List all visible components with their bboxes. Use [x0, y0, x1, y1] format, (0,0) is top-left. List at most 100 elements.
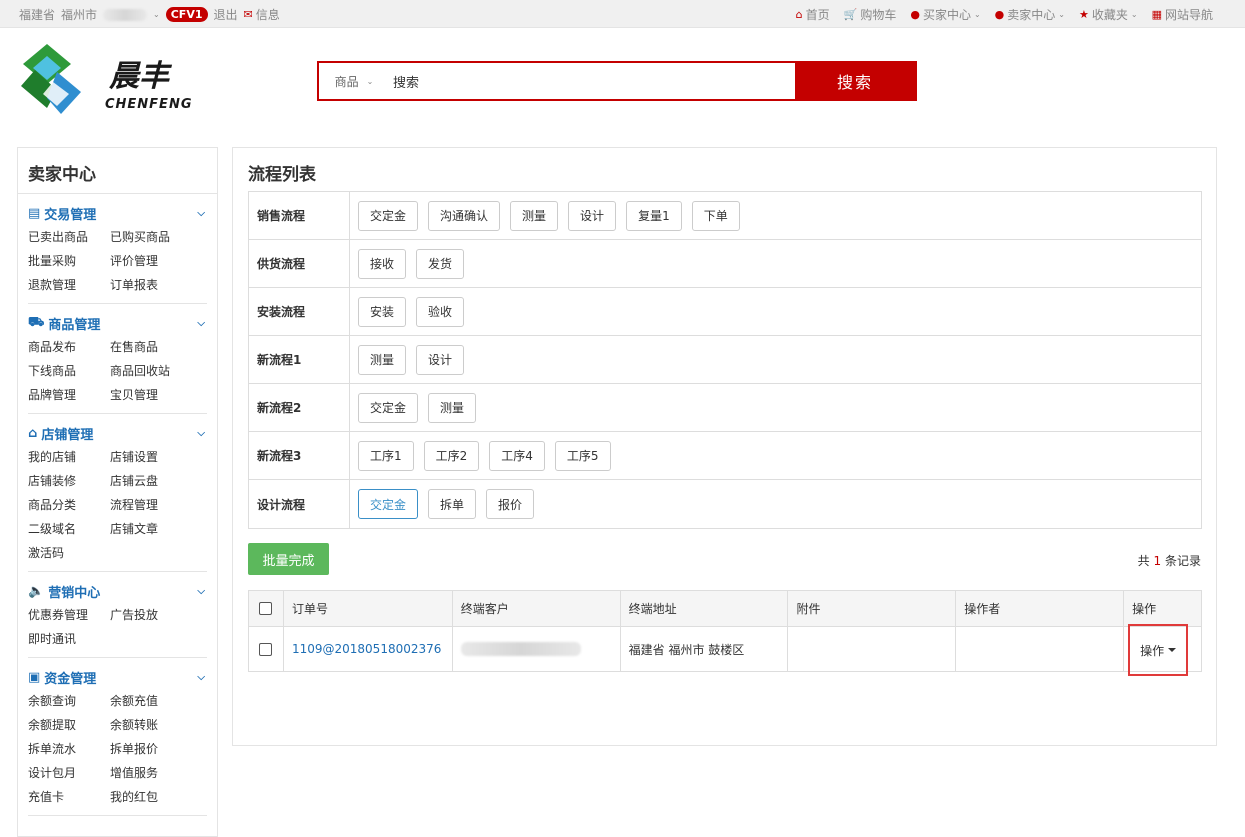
sidebar-link[interactable]: 优惠券管理 [28, 603, 110, 627]
logout-link[interactable]: 退出 [214, 6, 238, 23]
sidebar-link[interactable]: 拆单流水 [28, 737, 110, 761]
flow-row: 设计流程 交定金 拆单 报价 [249, 480, 1201, 528]
search-category-select[interactable]: 商品 ⌄ [319, 63, 389, 99]
flow-step-button[interactable]: 工序4 [489, 440, 545, 471]
user-icon: ● [910, 8, 920, 21]
section-header[interactable]: 🔈 营销中心 ⌵ [28, 582, 207, 601]
sidebar-link[interactable]: 评价管理 [110, 249, 200, 273]
section-title: 交易管理 [44, 208, 97, 223]
nav-home[interactable]: ⌂ 首页 [796, 6, 830, 23]
sidebar-link[interactable]: 店铺文章 [110, 517, 200, 541]
flow-step-button[interactable]: 复量1 [626, 200, 682, 231]
section-header[interactable]: ▤ 交易管理 ⌵ [28, 204, 207, 223]
sidebar-link[interactable]: 店铺装修 [28, 469, 110, 493]
sidebar-link[interactable]: 下线商品 [28, 359, 110, 383]
section-header[interactable]: ▣ 资金管理 ⌵ [28, 668, 207, 687]
sidebar-link[interactable]: 拆单报价 [110, 737, 200, 761]
sidebar-link[interactable]: 增值服务 [110, 761, 200, 785]
sidebar-link[interactable]: 流程管理 [110, 493, 200, 517]
sidebar-link[interactable]: 已卖出商品 [28, 225, 110, 249]
flow-name: 新流程1 [249, 336, 350, 383]
sidebar-link[interactable]: 商品回收站 [110, 359, 200, 383]
sidebar-link[interactable]: 订单报表 [110, 273, 200, 297]
sidebar-link[interactable]: 我的店铺 [28, 445, 110, 469]
flow-step-button[interactable]: 设计 [568, 200, 617, 231]
chevron-down-icon: ⌄ [366, 76, 374, 86]
flow-step-button[interactable]: 安装 [358, 296, 407, 327]
flow-step-button-active[interactable]: 交定金 [358, 489, 419, 519]
nav-seller-center[interactable]: ● 卖家中心 ⌄ [995, 6, 1065, 23]
flow-step-button[interactable]: 测量 [358, 344, 407, 375]
flow-step-button[interactable]: 工序5 [554, 440, 611, 471]
address-cell: 福建省 福州市 鼓楼区 [621, 627, 789, 671]
sidebar-link[interactable]: 退款管理 [28, 273, 110, 297]
sidebar-link[interactable]: 余额提取 [28, 713, 110, 737]
select-all-checkbox[interactable] [259, 602, 273, 615]
flow-step-button[interactable]: 报价 [486, 489, 535, 519]
flow-step-button[interactable]: 设计 [416, 344, 465, 375]
sidebar-link[interactable]: 余额转账 [110, 713, 200, 737]
sidebar-link[interactable]: 激活码 [28, 541, 110, 565]
column-header: 终端客户 [453, 591, 621, 626]
flow-step-button[interactable]: 沟通确认 [428, 200, 501, 231]
nav-buyer-center[interactable]: ● 买家中心 ⌄ [910, 6, 980, 23]
site-logo[interactable]: 晨丰 CHENFENG [17, 42, 217, 120]
sidebar-link[interactable]: 已购买商品 [110, 225, 200, 249]
flow-step-button[interactable]: 测量 [428, 392, 477, 423]
sidebar-link[interactable]: 余额充值 [110, 689, 200, 713]
flow-step-button[interactable]: 工序1 [358, 440, 414, 471]
chevron-down-icon[interactable]: ⌄ [153, 10, 160, 19]
flow-name: 安装流程 [249, 288, 350, 335]
order-number-link[interactable]: 1109@20180518002376 [292, 642, 441, 656]
flow-step-button[interactable]: 交定金 [358, 392, 419, 423]
section-header[interactable]: ⌂ 店铺管理 ⌵ [28, 424, 207, 443]
search-bar: 商品 ⌄ 搜索 [317, 61, 917, 101]
main-panel: 流程列表 销售流程 交定金 沟通确认 测量 设计 复量1 下单 供货流程 接收 … [232, 147, 1217, 746]
row-checkbox[interactable] [259, 642, 273, 656]
sidebar-link[interactable]: 设计包月 [28, 761, 110, 785]
sidebar-link[interactable]: 商品分类 [28, 493, 110, 517]
flow-step-button[interactable]: 下单 [691, 200, 740, 231]
flow-step-button[interactable]: 测量 [510, 200, 559, 231]
logo-cn: 晨丰 [109, 59, 173, 94]
flow-step-button[interactable]: 拆单 [428, 489, 477, 519]
flow-step-button[interactable]: 接收 [358, 248, 407, 279]
flow-step-button[interactable]: 工序2 [423, 440, 480, 471]
section-header[interactable]: ⛟ 商品管理 ⌵ [28, 314, 207, 333]
nav-favorites[interactable]: ★ 收藏夹 ⌄ [1079, 6, 1138, 23]
search-input[interactable] [389, 63, 795, 99]
sidebar-link[interactable]: 余额查询 [28, 689, 110, 713]
batch-complete-button[interactable]: 批量完成 [248, 543, 329, 575]
sidebar-link[interactable]: 商品发布 [28, 335, 110, 359]
sidebar-link[interactable]: 店铺设置 [110, 445, 200, 469]
row-action-dropdown[interactable]: 操作 [1128, 624, 1189, 676]
table-row: 1109@20180518002376 福建省 福州市 鼓楼区 操作 [249, 624, 1201, 676]
sidebar-link[interactable]: 广告投放 [110, 603, 200, 627]
top-nav: ⌂ 首页 🛒 购物车 ● 买家中心 ⌄ ● 卖家中心 ⌄ ★ 收藏夹 ⌄ ▦ 网… [796, 6, 1213, 23]
sidebar-link[interactable]: 二级域名 [28, 517, 110, 541]
search-button[interactable]: 搜索 [795, 63, 915, 99]
sidebar-link[interactable]: 即时通讯 [28, 627, 110, 651]
sidebar-link[interactable]: 我的红包 [110, 785, 200, 809]
sidebar-link[interactable]: 店铺云盘 [110, 469, 200, 493]
page-title: 流程列表 [248, 165, 316, 185]
sidebar-link[interactable]: 品牌管理 [28, 383, 110, 407]
column-header: 订单号 [284, 591, 453, 626]
sidebar-link[interactable]: 宝贝管理 [110, 383, 200, 407]
flow-step-button[interactable]: 交定金 [358, 200, 419, 231]
flow-row: 销售流程 交定金 沟通确认 测量 设计 复量1 下单 [249, 192, 1201, 240]
flow-name: 销售流程 [249, 192, 350, 239]
messages-link[interactable]: ✉ 信息 [244, 6, 280, 23]
sidebar-link[interactable]: 在售商品 [110, 335, 200, 359]
nav-site-map[interactable]: ▦ 网站导航 [1152, 6, 1213, 23]
star-icon: ★ [1078, 8, 1089, 21]
chevron-down-icon: ⌵ [197, 672, 205, 683]
sidebar-link[interactable]: 批量采购 [28, 249, 110, 273]
envelope-icon: ✉ [243, 8, 253, 21]
flow-step-button[interactable]: 验收 [416, 296, 465, 327]
sidebar-link[interactable]: 充值卡 [28, 785, 110, 809]
flow-step-button[interactable]: 发货 [416, 248, 465, 279]
nav-cart[interactable]: 🛒 购物车 [844, 6, 897, 23]
flow-row: 新流程3 工序1 工序2 工序4 工序5 [249, 432, 1201, 480]
sidebar-section-funds: ▣ 资金管理 ⌵ 余额查询 余额充值 余额提取 余额转账 拆单流水 拆单报价 设计… [28, 658, 207, 816]
